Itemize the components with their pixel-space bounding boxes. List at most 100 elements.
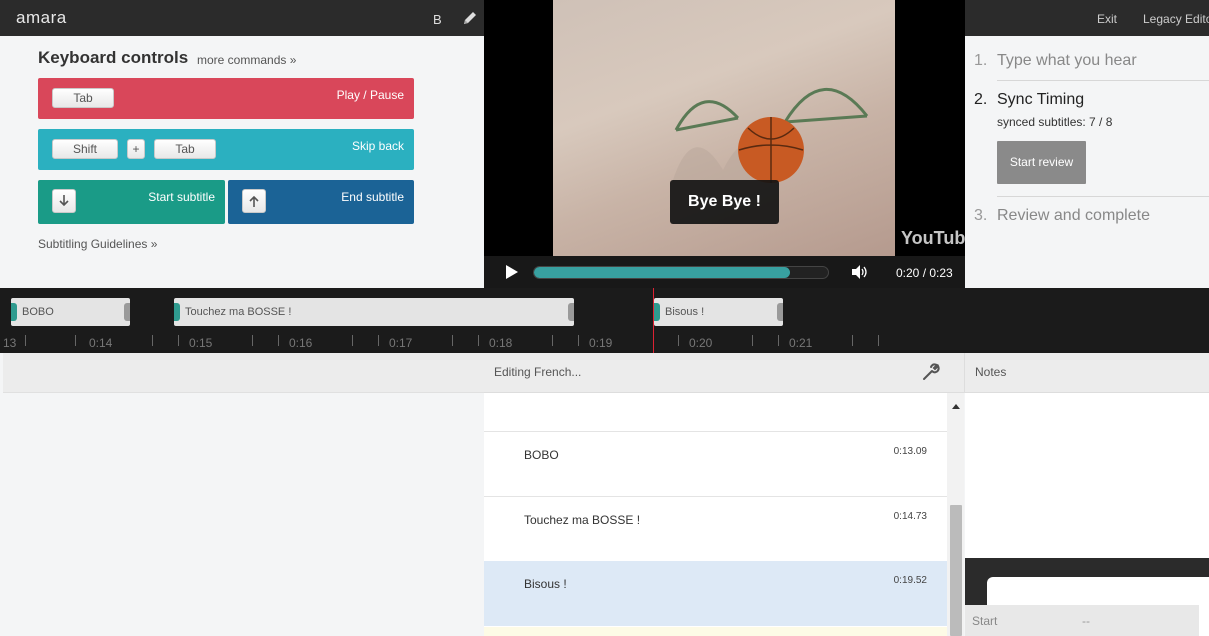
subtitle-row-selected[interactable]: Bisous ! 0:19.52 xyxy=(484,561,947,626)
bottom-left-panel xyxy=(3,353,484,636)
timeline-tick-label: 0:17 xyxy=(389,336,413,350)
skip-back-label: Skip back xyxy=(351,139,404,153)
timeline-tick xyxy=(852,335,853,346)
timeline-tick xyxy=(352,335,353,346)
progress-fill xyxy=(534,267,790,278)
plus-key: + xyxy=(127,139,145,159)
timeline-subtitle-block[interactable]: BOBO xyxy=(11,298,130,326)
pencil-icon[interactable] xyxy=(461,9,479,27)
start-handle[interactable] xyxy=(11,303,17,321)
timeline-tick xyxy=(878,335,879,346)
timeline-tick-label: 0:14 xyxy=(89,336,113,350)
wrench-icon[interactable] xyxy=(921,362,941,382)
legacy-editor-link[interactable]: Legacy Editor xyxy=(1143,12,1209,26)
subtitle-time: 0:14.73 xyxy=(893,511,927,522)
step-divider xyxy=(997,80,1209,81)
tab-key: Tab xyxy=(154,139,216,159)
editing-language-label: Editing French... xyxy=(494,365,582,379)
play-pause-control: Tab Play / Pause xyxy=(38,78,414,119)
timeline-subtitle-text: BOBO xyxy=(22,306,54,318)
timeline-tick-label: 0:15 xyxy=(189,336,213,350)
timeline-tick-label: 13 xyxy=(3,336,17,350)
subtitle-row[interactable]: Touchez ma BOSSE ! 0:14.73 xyxy=(484,496,947,561)
scroll-up-icon[interactable] xyxy=(952,398,960,409)
shift-key: Shift xyxy=(52,139,118,159)
timeline-subtitle-text: Touchez ma BOSSE ! xyxy=(185,306,292,318)
tab-key: Tab xyxy=(52,88,114,108)
subtitle-overlay: Bye Bye ! xyxy=(670,180,779,224)
synced-subtitles-count: synced subtitles: 7 / 8 xyxy=(997,115,1113,129)
start-subtitle-control: Start subtitle xyxy=(38,180,225,224)
subtitling-guidelines-link[interactable]: Subtitling Guidelines » xyxy=(38,237,157,251)
timeline-tick xyxy=(252,335,253,346)
step-3-title: Review and complete xyxy=(997,207,1150,224)
bold-button[interactable]: B xyxy=(433,12,442,27)
play-pause-label: Play / Pause xyxy=(336,88,404,102)
step-1-number: 1. xyxy=(974,52,988,69)
timeline-tick xyxy=(378,335,379,346)
arrow-up-icon xyxy=(242,189,266,213)
end-handle[interactable] xyxy=(568,303,574,321)
video-controls: 0:20 / 0:23 xyxy=(484,256,965,288)
subtitle-row[interactable]: BOBO 0:13.09 xyxy=(484,431,947,496)
timeline-tick xyxy=(452,335,453,346)
timeline-tick xyxy=(75,335,76,346)
timeline-tick xyxy=(752,335,753,346)
timeline[interactable]: BOBO Touchez ma BOSSE ! Bisous ! 13 0:14… xyxy=(0,288,1209,353)
step-3-number: 3. xyxy=(974,207,988,224)
end-handle[interactable] xyxy=(777,303,783,321)
timeline-tick xyxy=(25,335,26,346)
progress-bar[interactable] xyxy=(533,266,829,279)
start-review-button[interactable]: Start review xyxy=(997,141,1086,184)
video-player[interactable]: Bye Bye ! YouTube xyxy=(484,0,965,256)
end-handle[interactable] xyxy=(124,303,130,321)
start-label: Start xyxy=(972,614,998,628)
timeline-tick xyxy=(678,335,679,346)
start-handle[interactable] xyxy=(174,303,180,321)
step-2-number: 2. xyxy=(974,91,988,108)
keyboard-controls-title: Keyboard controls xyxy=(38,48,189,67)
amara-logo[interactable]: amara xyxy=(16,8,67,28)
more-commands-link[interactable]: more commands » xyxy=(197,53,296,67)
time-readout: 0:20 / 0:23 xyxy=(896,266,953,280)
start-value: -- xyxy=(1082,614,1090,628)
timeline-tick xyxy=(178,335,179,346)
start-handle[interactable] xyxy=(654,303,660,321)
subtitle-text[interactable]: BOBO xyxy=(524,448,559,462)
playhead[interactable] xyxy=(653,288,654,353)
subtitle-row-partial[interactable] xyxy=(484,627,947,636)
exit-link[interactable]: Exit xyxy=(1097,12,1117,26)
timeline-tick-label: 0:19 xyxy=(589,336,613,350)
subtitle-time: 0:19.52 xyxy=(893,575,927,586)
timeline-tick xyxy=(278,335,279,346)
timeline-subtitle-text: Bisous ! xyxy=(665,306,705,318)
timeline-subtitle-block[interactable]: Bisous ! xyxy=(654,298,783,326)
scrollbar-thumb[interactable] xyxy=(950,505,962,636)
end-subtitle-label: End subtitle xyxy=(341,190,404,204)
timeline-tick xyxy=(578,335,579,346)
timeline-tick xyxy=(478,335,479,346)
skip-back-control: Shift + Tab Skip back xyxy=(38,129,414,170)
notes-label: Notes xyxy=(975,365,1007,379)
step-1-title: Type what you hear xyxy=(997,52,1137,69)
top-bar-left xyxy=(0,0,484,36)
subtitle-time: 0:13.09 xyxy=(893,446,927,457)
subtitle-text[interactable]: Touchez ma BOSSE ! xyxy=(524,513,640,527)
notes-area[interactable] xyxy=(965,393,1209,558)
timeline-tick-label: 0:18 xyxy=(489,336,513,350)
bottom-left-header xyxy=(3,353,484,393)
play-icon[interactable] xyxy=(504,265,518,279)
end-subtitle-control: End subtitle xyxy=(228,180,414,224)
timeline-tick-label: 0:20 xyxy=(689,336,713,350)
timeline-tick-label: 0:21 xyxy=(789,336,813,350)
subtitle-text[interactable]: Bisous ! xyxy=(524,577,567,591)
timeline-tick xyxy=(552,335,553,346)
step-2-title: Sync Timing xyxy=(997,91,1085,108)
timeline-tick-label: 0:16 xyxy=(289,336,313,350)
youtube-watermark: YouTube xyxy=(901,228,965,248)
timeline-tick xyxy=(778,335,779,346)
volume-icon[interactable] xyxy=(851,265,869,279)
step-divider xyxy=(997,196,1209,197)
timeline-subtitle-block[interactable]: Touchez ma BOSSE ! xyxy=(174,298,574,326)
start-subtitle-label: Start subtitle xyxy=(148,190,215,204)
